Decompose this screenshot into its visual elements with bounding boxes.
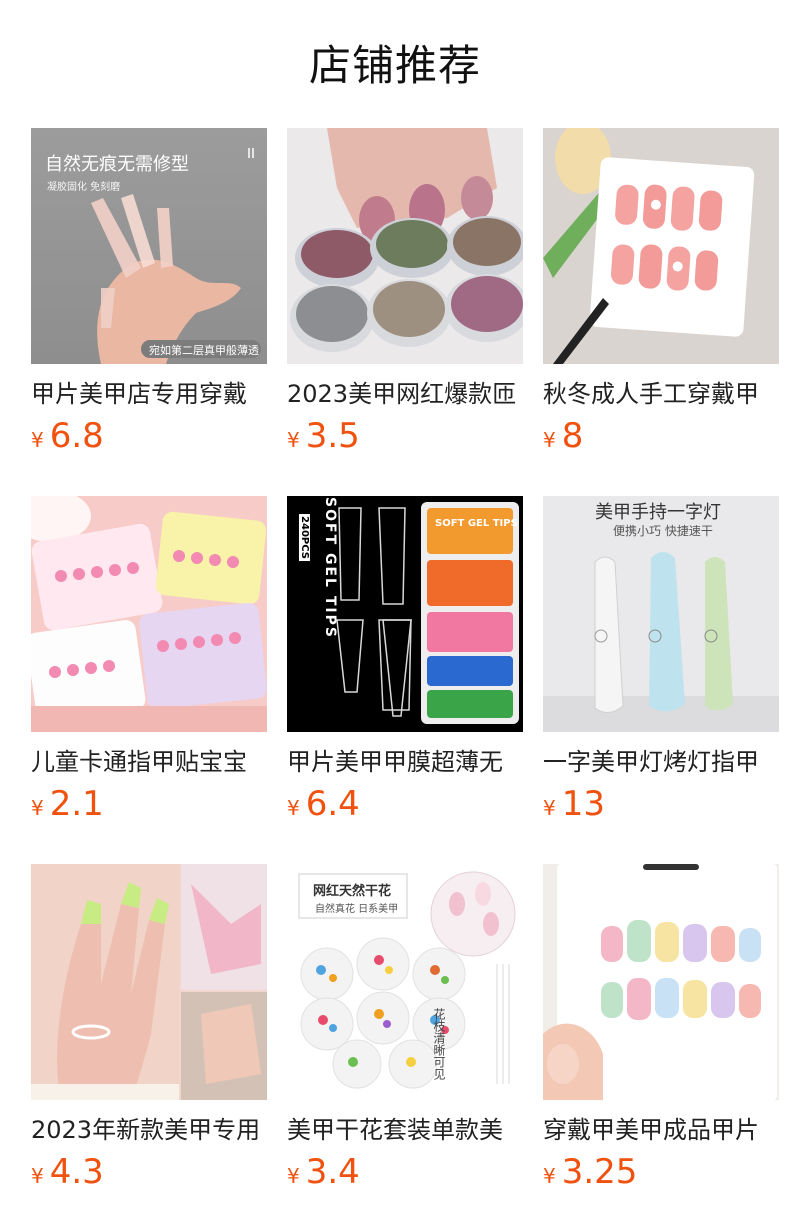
product-price: ¥13	[543, 784, 605, 824]
currency-symbol: ¥	[543, 428, 556, 452]
price-amount: 2.1	[49, 784, 104, 824]
currency-symbol: ¥	[287, 796, 300, 820]
currency-symbol: ¥	[543, 1164, 556, 1188]
product-price: ¥3.25	[543, 1152, 637, 1192]
product-image[interactable]: 美甲手持一字灯 便携小巧 快捷速干	[543, 496, 779, 732]
image-vertical-label: SOFT GEL TIPS	[321, 497, 338, 639]
product-image[interactable]: 网红天然干花 自然真花 日系美甲 花枝清晰可见	[287, 864, 523, 1100]
product-price: ¥6.4	[287, 784, 360, 824]
chrome-powder-jars-icon	[287, 128, 523, 364]
price-amount: 13	[561, 784, 605, 824]
product-price: ¥8	[543, 416, 583, 456]
product-card[interactable]: SOFT GEL TIPS 240PCS SOFT GEL TIPS 甲片美甲甲…	[287, 496, 523, 836]
currency-symbol: ¥	[31, 1164, 44, 1188]
page-title: 店铺推荐	[308, 41, 481, 90]
currency-symbol: ¥	[287, 1164, 300, 1188]
product-image[interactable]: SOFT GEL TIPS 240PCS SOFT GEL TIPS	[287, 496, 523, 732]
product-price: ¥3.4	[287, 1152, 360, 1192]
image-headline: 美甲手持一字灯	[595, 502, 721, 523]
product-name[interactable]: 甲片美甲店专用穿戴	[31, 376, 267, 412]
cartoon-press-on-nails-icon	[543, 864, 779, 1100]
currency-symbol: ¥	[543, 796, 556, 820]
currency-symbol: ¥	[287, 428, 300, 452]
price-amount: 3.25	[561, 1152, 638, 1192]
image-headline: 自然无痕无需修型	[45, 154, 189, 175]
image-subline: 自然真花 日系美甲	[315, 904, 399, 915]
product-card[interactable]: 2023美甲网红爆款匝 ¥3.5	[287, 128, 523, 468]
product-card[interactable]: 网红天然干花 自然真花 日系美甲 花枝清晰可见 美甲干花套装单款美 ¥3.4	[287, 864, 523, 1204]
product-name[interactable]: 儿童卡通指甲贴宝宝	[31, 744, 267, 780]
product-image[interactable]	[31, 864, 267, 1100]
product-card[interactable]: 自然无痕无需修型 凝胶固化 免刻磨 宛如第二层真甲般薄透 甲片美甲店专用穿戴 ¥…	[31, 128, 267, 468]
price-amount: 4.3	[49, 1152, 104, 1192]
kids-nail-sticker-packs-icon	[31, 496, 267, 732]
price-amount: 6.4	[305, 784, 360, 824]
image-tag: 宛如第二层真甲般薄透	[149, 344, 259, 357]
product-image[interactable]	[287, 128, 523, 364]
product-price: ¥2.1	[31, 784, 104, 824]
product-card[interactable]: 2023年新款美甲专用 ¥4.3	[31, 864, 267, 1204]
product-card[interactable]: 美甲手持一字灯 便携小巧 快捷速干 一字美甲灯烤灯指甲 ¥13	[543, 496, 779, 836]
product-name[interactable]: 秋冬成人手工穿戴甲	[543, 376, 779, 412]
product-price: ¥3.5	[287, 416, 360, 456]
currency-symbol: ¥	[31, 796, 44, 820]
product-card[interactable]: 穿戴甲美甲成品甲片 ¥3.25	[543, 864, 779, 1204]
image-side-text: 花枝清晰可见	[432, 1008, 446, 1080]
product-name[interactable]: 穿戴甲美甲成品甲片	[543, 1112, 779, 1148]
product-name[interactable]: 美甲干花套装单款美	[287, 1112, 523, 1148]
image-headline: 网红天然干花	[313, 884, 392, 899]
product-name[interactable]: 一字美甲灯烤灯指甲	[543, 744, 779, 780]
product-name[interactable]: 2023年新款美甲专用	[31, 1112, 267, 1148]
price-amount: 6.8	[49, 416, 104, 456]
product-image[interactable]	[31, 496, 267, 732]
product-image[interactable]	[543, 864, 779, 1100]
image-subline: 凝胶固化 免刻磨	[47, 182, 121, 193]
product-image[interactable]	[543, 128, 779, 364]
product-name[interactable]: 2023美甲网红爆款匝	[287, 376, 523, 412]
product-name[interactable]: 甲片美甲甲膜超薄无	[287, 744, 523, 780]
price-amount: 8	[561, 416, 584, 456]
currency-symbol: ¥	[31, 428, 44, 452]
product-price: ¥4.3	[31, 1152, 104, 1192]
french-tip-nails-collage-icon	[31, 864, 267, 1100]
image-count-label: 240PCS	[298, 514, 310, 561]
price-amount: 3.5	[305, 416, 360, 456]
press-on-nails-card-icon	[543, 128, 779, 364]
product-price: ¥6.8	[31, 416, 104, 456]
product-card[interactable]: 秋冬成人手工穿戴甲 ¥8	[543, 128, 779, 468]
image-box-label: SOFT GEL TIPS	[435, 518, 518, 529]
image-subline: 便携小巧 快捷速干	[613, 524, 713, 538]
price-amount: 3.4	[305, 1152, 360, 1192]
product-image[interactable]: 自然无痕无需修型 凝胶固化 免刻磨 宛如第二层真甲般薄透	[31, 128, 267, 364]
product-card[interactable]: 儿童卡通指甲贴宝宝 ¥2.1	[31, 496, 267, 836]
